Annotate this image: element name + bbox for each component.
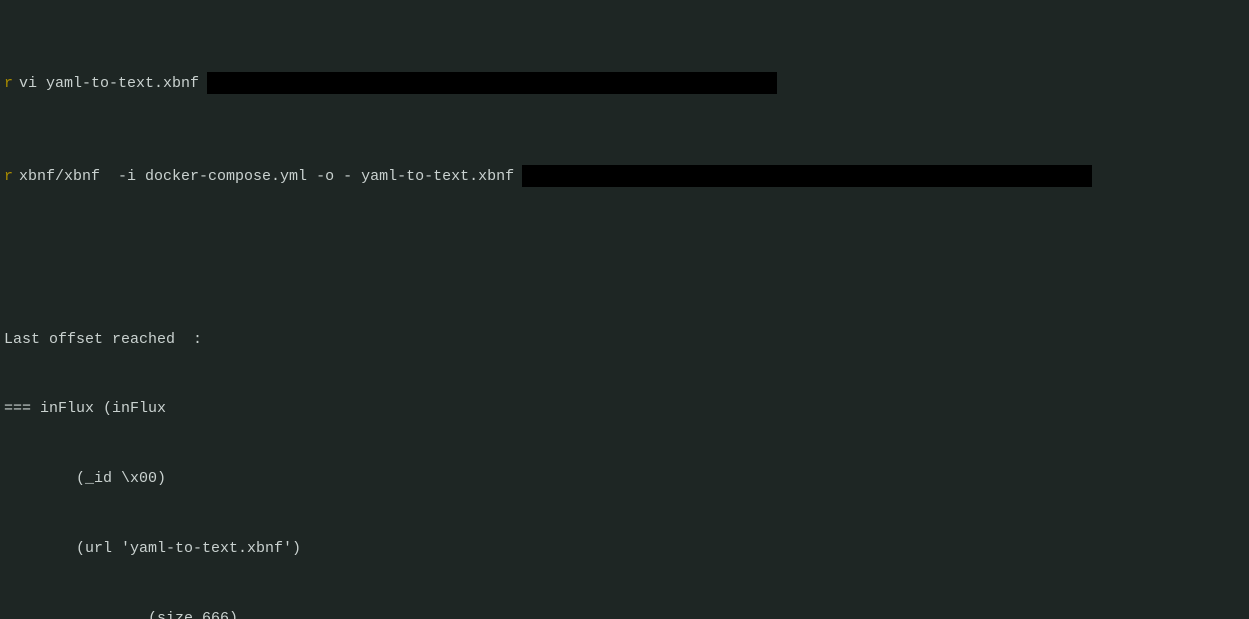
prompt-icon: r	[4, 165, 19, 188]
command-line-2[interactable]: r xbnf/xbnf -i docker-compose.yml -o - y…	[4, 165, 1245, 188]
influx-size: (size 666)	[4, 607, 1245, 619]
redacted-bar	[207, 72, 777, 94]
prompt-icon: r	[4, 72, 19, 95]
last-offset-header: Last offset reached :	[4, 328, 1245, 351]
redacted-bar	[522, 165, 1092, 187]
influx-id: (_id \x00)	[4, 467, 1245, 490]
terminal-output: r vi yaml-to-text.xbnf r xbnf/xbnf -i do…	[0, 0, 1249, 619]
influx-url: (url 'yaml-to-text.xbnf')	[4, 537, 1245, 560]
blank-line	[4, 258, 1245, 281]
influx-open: === inFlux (inFlux	[4, 397, 1245, 420]
command-1-text: vi yaml-to-text.xbnf	[19, 72, 199, 95]
command-2-text: xbnf/xbnf -i docker-compose.yml -o - yam…	[19, 165, 514, 188]
command-line-1[interactable]: r vi yaml-to-text.xbnf	[4, 72, 1245, 95]
